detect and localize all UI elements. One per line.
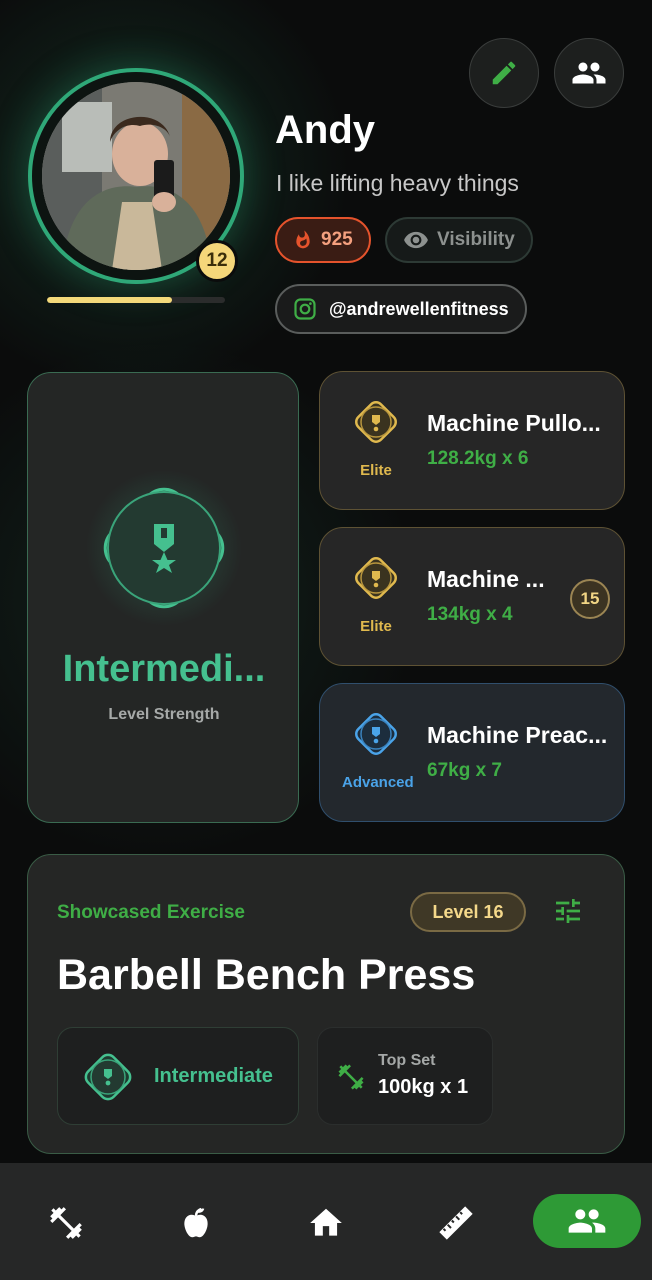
- top-set-box: Top Set 100kg x 1: [317, 1027, 493, 1125]
- showcase-label: Showcased Exercise: [57, 902, 245, 923]
- level-badge: 12: [196, 240, 238, 282]
- exercise-level-badge: 15: [570, 579, 610, 619]
- top-set-value: 100kg x 1: [378, 1076, 469, 1098]
- exercise-card[interactable]: Advanced Machine Preac... 67kg x 7: [319, 683, 625, 822]
- showcased-exercise-card[interactable]: Showcased Exercise Level 16 Barbell Benc…: [27, 854, 625, 1154]
- exercise-title: Machine Preac...: [427, 722, 608, 748]
- instagram-icon: [294, 298, 316, 320]
- exercise-set: 134kg x 4: [427, 604, 513, 625]
- tier-label: Elite: [360, 462, 392, 479]
- tune-icon[interactable]: [552, 895, 584, 927]
- medal-icon: [84, 1053, 132, 1101]
- dumbbell-icon: [338, 1064, 364, 1090]
- elite-medal-icon: [355, 557, 397, 599]
- eye-icon: [404, 231, 428, 249]
- streak-count: 925: [321, 229, 353, 250]
- strength-level-card[interactable]: Intermedi... Level Strength: [27, 372, 299, 823]
- xp-progress-fill: [47, 297, 172, 303]
- nav-home[interactable]: [296, 1193, 356, 1253]
- tier-label: Advanced: [342, 774, 414, 791]
- exercise-set: 67kg x 7: [427, 760, 502, 781]
- visibility-label: Visibility: [437, 229, 515, 250]
- exercise-card[interactable]: Elite Machine Pullo... 128.2kg x 6: [319, 371, 625, 510]
- avatar: [42, 82, 230, 270]
- showcase-level-badge: Level 16: [410, 892, 526, 932]
- people-icon: [568, 1209, 606, 1233]
- instagram-handle: @andrewellenfitness: [329, 298, 509, 319]
- elite-medal-icon: [355, 401, 397, 443]
- showcase-title: Barbell Bench Press: [57, 951, 476, 999]
- ruler-icon: [439, 1206, 473, 1240]
- dumbbell-icon: [50, 1207, 82, 1239]
- nav-measurements[interactable]: [426, 1193, 486, 1253]
- tier-badge: Elite: [342, 556, 410, 640]
- xp-progress-bar: [47, 297, 225, 303]
- advanced-medal-icon: [355, 713, 397, 755]
- flame-icon: [296, 230, 310, 249]
- visibility-pill[interactable]: Visibility: [385, 217, 533, 263]
- tier-label: Elite: [360, 618, 392, 635]
- profile-name: Andy: [275, 108, 375, 152]
- tier-badge: Elite: [342, 400, 410, 484]
- people-icon: [572, 62, 606, 84]
- showcase-tier-box: Intermediate: [57, 1027, 299, 1125]
- home-icon: [310, 1208, 342, 1236]
- friends-button[interactable]: [554, 38, 624, 108]
- instagram-pill[interactable]: @andrewellenfitness: [275, 284, 527, 334]
- streak-pill[interactable]: 925: [275, 217, 371, 263]
- nav-social[interactable]: [533, 1194, 641, 1248]
- exercise-title: Machine ...: [427, 566, 545, 592]
- pencil-icon: [492, 61, 516, 85]
- top-set-label: Top Set: [378, 1052, 436, 1069]
- profile-bio: I like lifting heavy things: [276, 170, 519, 196]
- exercise-set: 128.2kg x 6: [427, 448, 529, 469]
- avatar-photo: [42, 82, 230, 270]
- tier-badge: Advanced: [342, 712, 414, 796]
- strength-subtitle: Level Strength: [108, 706, 220, 723]
- nav-nutrition[interactable]: [166, 1193, 226, 1253]
- showcase-tier-label: Intermediate: [154, 1065, 273, 1087]
- exercise-card[interactable]: Elite Machine ... 134kg x 4 15: [319, 527, 625, 666]
- exercise-title: Machine Pullo...: [427, 410, 601, 436]
- nav-workouts[interactable]: [36, 1193, 96, 1253]
- strength-tier: Intermedi...: [62, 648, 266, 690]
- apple-icon: [184, 1207, 208, 1238]
- bottom-nav: [0, 1163, 652, 1280]
- medal-icon: [86, 470, 242, 626]
- edit-profile-button[interactable]: [469, 38, 539, 108]
